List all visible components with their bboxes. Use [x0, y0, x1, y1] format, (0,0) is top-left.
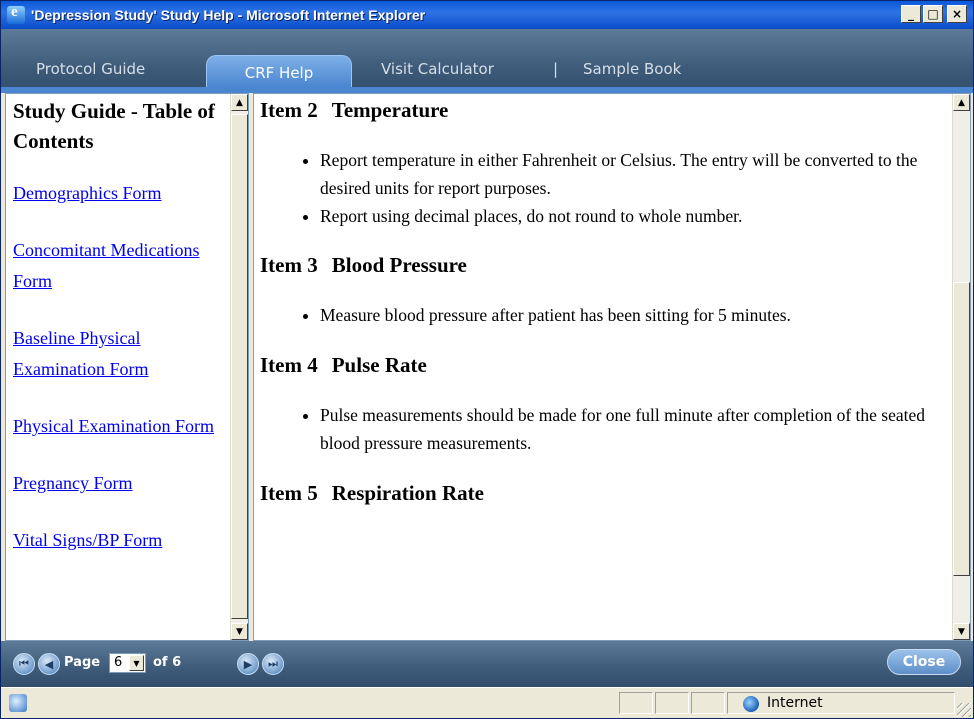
toc-scroll-up-button[interactable]: ▲ — [231, 94, 248, 111]
page-count-label: of 6 — [153, 655, 182, 670]
toc-link-physical-examination[interactable]: Physical Examination Form — [13, 411, 228, 442]
toc-link-baseline-physical[interactable]: Baseline Physical Examination Form — [13, 323, 228, 385]
content-scroll-thumb[interactable] — [953, 282, 970, 576]
content-scroll-up-button[interactable]: ▲ — [953, 94, 970, 111]
item-title: Blood Pressure — [331, 253, 467, 277]
toc-link-pregnancy[interactable]: Pregnancy Form — [13, 468, 228, 499]
zone-label: Internet — [767, 695, 823, 711]
bullet-item: Pulse measurements should be made for on… — [320, 401, 930, 457]
item-bullets: Measure blood pressure after patient has… — [260, 301, 930, 329]
ie-icon — [7, 4, 25, 24]
zone-cell — [727, 692, 955, 714]
item-heading: Item 3 Blood Pressure — [260, 251, 945, 279]
toc-scrollbar[interactable]: ▲ ▼ — [230, 94, 248, 640]
page-select[interactable]: 6 ▼ — [109, 653, 146, 673]
resize-grip-icon[interactable] — [957, 703, 971, 717]
toc-scroll-down-button[interactable]: ▼ — [231, 623, 248, 640]
toc-content: Study Guide - Table of Contents Demograp… — [13, 96, 228, 582]
page-label: Page — [64, 655, 101, 670]
item-bullets: Pulse measurements should be made for on… — [260, 401, 930, 457]
maximize-button[interactable]: □ — [923, 5, 943, 23]
bullet-item: Report using decimal places, do not roun… — [320, 202, 945, 230]
window-title: 'Depression Study' Study Help - Microsof… — [31, 7, 426, 23]
item-heading: Item 2 Temperature — [260, 96, 945, 124]
page-status-icon — [9, 694, 27, 712]
close-window-button[interactable]: × — [947, 5, 967, 23]
tab-crf-help-label: CRF Help — [244, 64, 314, 82]
bullet-item: Report temperature in either Fahrenheit … — [320, 146, 945, 202]
item-number: Item 5 — [260, 481, 318, 505]
bullet-item: Measure blood pressure after patient has… — [320, 301, 930, 329]
last-page-icon[interactable]: ⏭ — [262, 653, 284, 675]
item-bullets: Report temperature in either Fahrenheit … — [260, 146, 945, 230]
chevron-down-icon[interactable]: ▼ — [129, 655, 144, 671]
next-page-icon[interactable]: ▶ — [237, 653, 259, 675]
toc-title: Study Guide - Table of Contents — [13, 99, 215, 153]
item-number: Item 3 — [260, 253, 318, 277]
close-button[interactable]: Close — [887, 649, 961, 675]
toc-scroll-thumb[interactable] — [231, 114, 248, 619]
previous-page-icon[interactable]: ◀ — [38, 653, 60, 675]
item-number: Item 2 — [260, 98, 318, 122]
minimize-button[interactable]: _ — [901, 5, 921, 23]
status-cell — [691, 692, 725, 714]
item-title: Respiration Rate — [331, 481, 484, 505]
toc-pane: Study Guide - Table of Contents Demograp… — [5, 93, 249, 641]
toc-link-vital-signs[interactable]: Vital Signs/BP Form — [13, 525, 228, 556]
help-content: Item 2 Temperature Report temperature in … — [260, 96, 945, 507]
help-nav-bar: Protocol Guide CRF Help Visit Calculator… — [1, 29, 973, 93]
status-cell — [619, 692, 653, 714]
item-heading: Item 4 Pulse Rate — [260, 351, 945, 379]
pager-bar: ⏮ ◀ Page 6 ▼ of 6 ▶ ⏭ Close — [1, 641, 973, 687]
globe-icon — [743, 696, 759, 712]
page-select-value: 6 — [114, 655, 123, 670]
item-number: Item 4 — [260, 353, 318, 377]
tab-crf-help[interactable]: CRF Help — [206, 55, 352, 87]
status-bar: Internet — [1, 687, 973, 718]
content-pane: Item 2 Temperature Report temperature in … — [253, 93, 971, 641]
browser-window: 'Depression Study' Study Help - Microsof… — [0, 0, 974, 719]
status-cell — [655, 692, 689, 714]
item-heading: Item 5 Respiration Rate — [260, 479, 945, 507]
toc-link-demographics[interactable]: Demographics Form — [13, 178, 228, 209]
tab-protocol-guide[interactable]: Protocol Guide — [36, 60, 145, 78]
tab-sample-book[interactable]: Sample Book — [583, 60, 681, 78]
toc-link-concomitant-medications[interactable]: Concomitant Medications Form — [13, 235, 228, 297]
title-bar: 'Depression Study' Study Help - Microsof… — [1, 1, 973, 29]
item-title: Pulse Rate — [331, 353, 427, 377]
nav-separator: | — [553, 60, 559, 78]
first-page-icon[interactable]: ⏮ — [13, 653, 35, 675]
content-scrollbar[interactable]: ▲ ▼ — [952, 94, 970, 640]
tab-visit-calculator[interactable]: Visit Calculator — [381, 60, 494, 78]
window-controls: _ □ × — [901, 5, 967, 23]
item-title: Temperature — [331, 98, 449, 122]
content-scroll-down-button[interactable]: ▼ — [953, 623, 970, 640]
